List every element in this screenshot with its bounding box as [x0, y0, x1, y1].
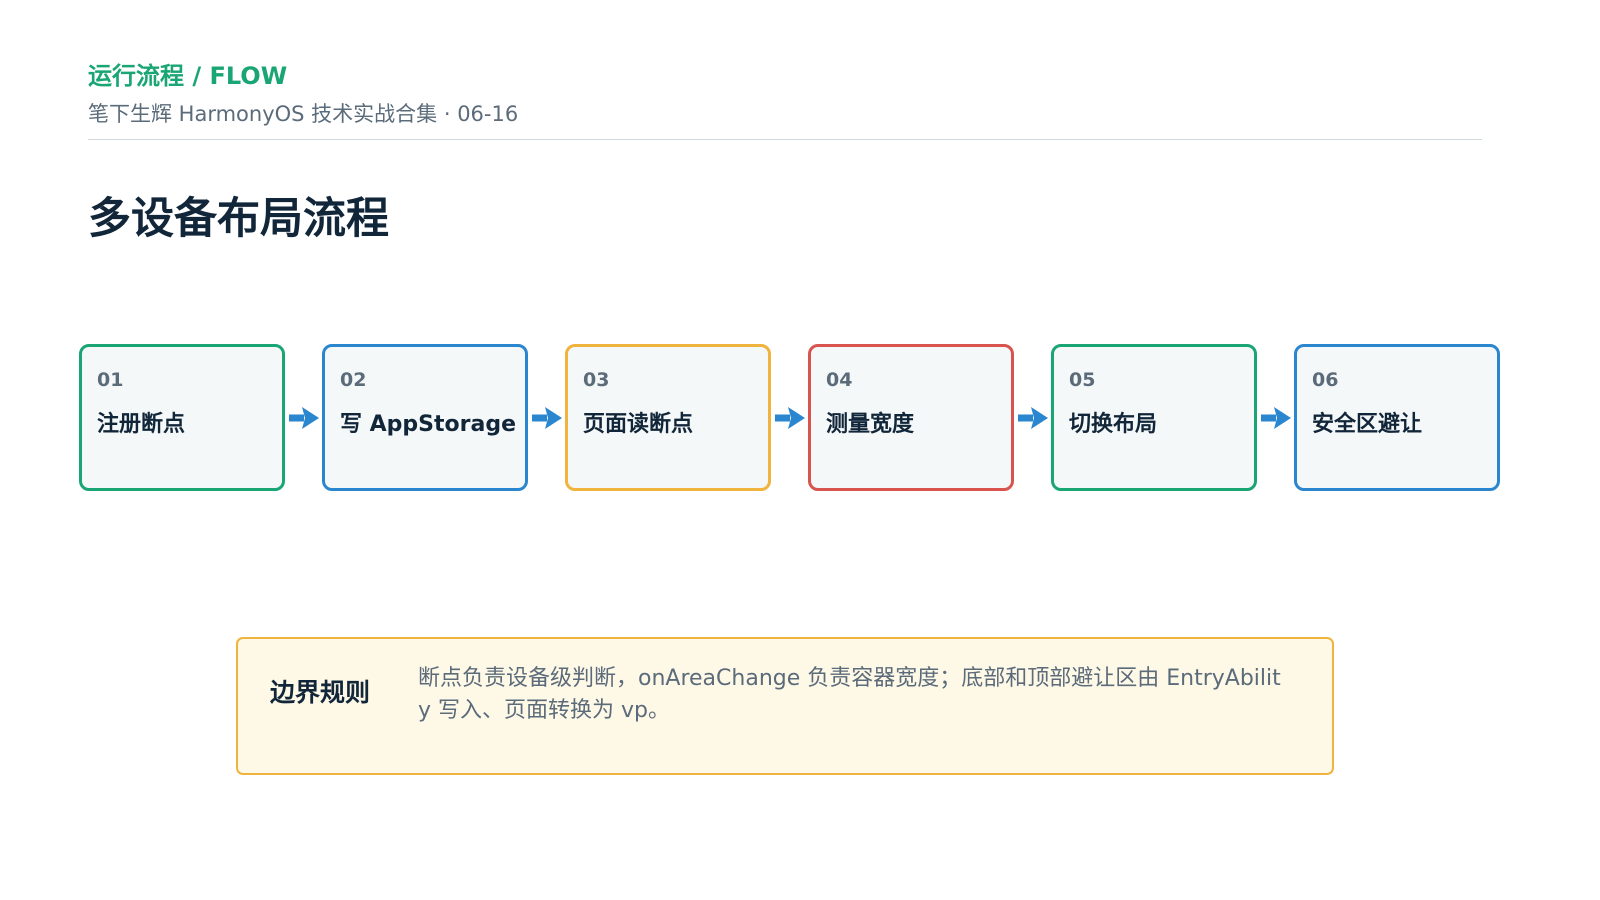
note-label: 边界规则 [270, 678, 371, 707]
step-label: 写 AppStorage [340, 412, 517, 437]
boundary-rule-note: 边界规则 断点负责设备级判断，onAreaChange 负责容器宽度；底部和顶部… [236, 637, 1334, 775]
step-number: 03 [583, 369, 610, 391]
step-label: 切换布局 [1069, 412, 1158, 437]
step-label: 安全区避让 [1312, 412, 1423, 437]
flow-step-2: 02 写 AppStorage [322, 344, 528, 491]
step-number: 06 [1312, 369, 1339, 391]
arrow-right-icon [1257, 344, 1294, 491]
note-text: 断点负责设备级判断，onAreaChange 负责容器宽度；底部和顶部避让区由 … [418, 666, 1281, 723]
step-label: 页面读断点 [583, 412, 694, 437]
arrow-right-icon [285, 344, 322, 491]
flow-step-3: 03 页面读断点 [565, 344, 771, 491]
flow-step-4: 04 测量宽度 [808, 344, 1014, 491]
flow-step-5: 05 切换布局 [1051, 344, 1257, 491]
arrow-right-icon [1014, 344, 1051, 491]
step-number: 05 [1069, 369, 1096, 391]
flow-step-6: 06 安全区避让 [1294, 344, 1500, 491]
header-subtitle: 笔下生辉 HarmonyOS 技术实战合集 · 06-16 [88, 102, 519, 126]
step-number: 01 [97, 369, 124, 391]
step-label: 测量宽度 [826, 412, 915, 437]
header-kicker: 运行流程 / FLOW [88, 62, 288, 90]
flow-step-1: 01 注册断点 [79, 344, 285, 491]
header-divider [88, 139, 1482, 140]
step-number: 02 [340, 369, 367, 391]
flow-diagram: 01 注册断点 02 写 AppStorage 03 页面读断点 04 测量宽度… [79, 344, 1500, 491]
arrow-right-icon [528, 344, 565, 491]
page-title: 多设备布局流程 [88, 194, 389, 244]
arrow-right-icon [771, 344, 808, 491]
step-label: 注册断点 [97, 412, 186, 437]
step-number: 04 [826, 369, 853, 391]
